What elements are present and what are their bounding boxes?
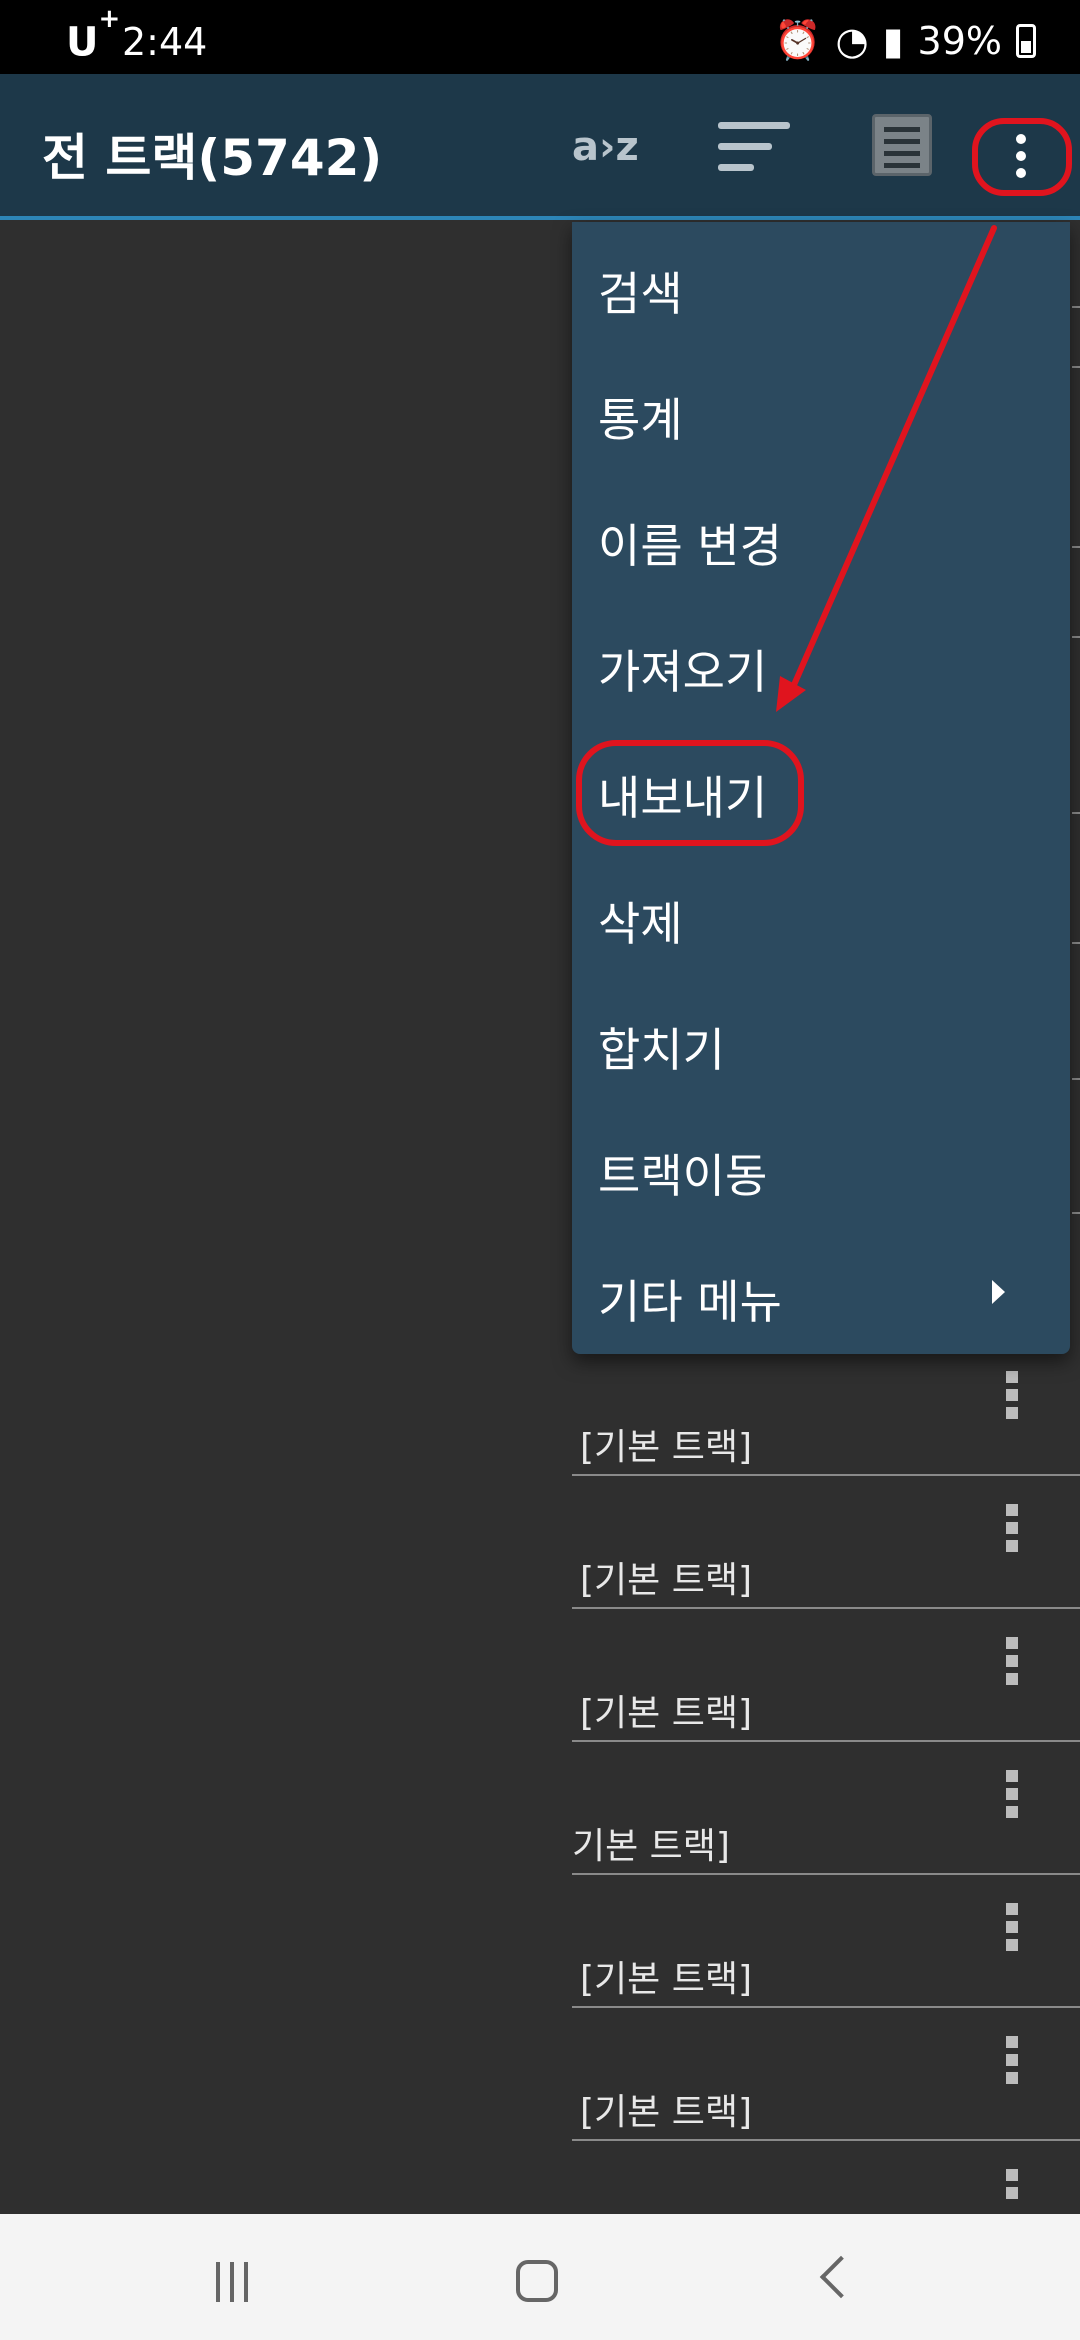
- status-icons: ⏰ ◔ ▮ 39%: [774, 18, 1036, 63]
- menu-item-more-menu[interactable]: 기타 메뉴: [572, 1230, 1070, 1356]
- track-label: [기본 트랙]: [580, 1693, 753, 1734]
- list-item[interactable]: [기본 트랙]: [572, 2008, 1080, 2141]
- row-more-icon[interactable]: [1006, 2169, 1018, 2205]
- row-divider: [1072, 306, 1080, 308]
- list-item[interactable]: [기본 트랙]: [572, 1609, 1080, 1742]
- carrier-label: U+: [66, 4, 121, 66]
- menu-item-label: 가져오기: [598, 645, 768, 699]
- clock: 2:44: [122, 20, 208, 64]
- menu-item-label: 트랙이동: [598, 1149, 768, 1203]
- menu-item-label: 통계: [598, 393, 683, 447]
- list-item[interactable]: [기본 트랙]: [572, 1476, 1080, 1609]
- list-item[interactable]: 기본 트랙]: [572, 1742, 1080, 1875]
- menu-item-delete[interactable]: 삭제: [572, 852, 1070, 978]
- row-divider: [1072, 636, 1080, 638]
- menu-item-label: 이름 변경: [598, 519, 782, 573]
- row-more-icon[interactable]: [1006, 2036, 1018, 2090]
- menu-item-merge[interactable]: 합치기: [572, 978, 1070, 1104]
- more-vert-icon: [1016, 134, 1026, 185]
- battery-icon: [1016, 23, 1036, 58]
- menu-item-import[interactable]: 가져오기: [572, 600, 1070, 726]
- list-item[interactable]: [기본 트랙]: [572, 1343, 1080, 1476]
- app-bar: 전 트랙(5742) a›z: [0, 74, 1080, 220]
- row-divider: [1072, 942, 1080, 944]
- list-item[interactable]: [572, 2141, 1080, 2214]
- wifi-icon: ◔: [835, 18, 869, 63]
- row-more-icon[interactable]: [1006, 1371, 1018, 1425]
- row-more-icon[interactable]: [1006, 1637, 1018, 1691]
- home-icon[interactable]: [516, 2260, 558, 2302]
- battery-percent: 39%: [917, 18, 1002, 63]
- signal-icon: ▮: [882, 18, 904, 63]
- row-divider: [1072, 812, 1080, 814]
- menu-item-statistics[interactable]: 통계: [572, 348, 1070, 474]
- menu-item-label: 기타 메뉴: [598, 1275, 782, 1329]
- menu-item-label: 삭제: [598, 897, 683, 951]
- track-label: [기본 트랙]: [580, 1959, 753, 2000]
- track-label: [기본 트랙]: [580, 1427, 753, 1468]
- row-more-icon[interactable]: [1006, 1903, 1018, 1957]
- alarm-icon: ⏰: [774, 18, 822, 62]
- row-divider: [1072, 546, 1080, 548]
- row-divider: [1072, 1078, 1080, 1080]
- menu-item-rename[interactable]: 이름 변경: [572, 474, 1070, 600]
- row-divider: [1072, 366, 1080, 368]
- recents-icon[interactable]: [216, 2262, 256, 2302]
- submenu-arrow-icon: [992, 1280, 1005, 1304]
- row-more-icon[interactable]: [1006, 1504, 1018, 1558]
- row-divider: [1072, 1212, 1080, 1214]
- track-label: [기본 트랙]: [580, 2092, 753, 2133]
- system-nav-bar: [0, 2214, 1080, 2340]
- sort-az-button[interactable]: a›z: [572, 124, 639, 170]
- export-highlight-ring: [576, 740, 804, 846]
- menu-item-label: 검색: [598, 267, 683, 321]
- list-item[interactable]: [기본 트랙]: [572, 1875, 1080, 2008]
- track-label: [기본 트랙]: [580, 1560, 753, 1601]
- more-options-button[interactable]: [972, 118, 1072, 196]
- menu-item-search[interactable]: 검색: [572, 222, 1070, 348]
- row-more-icon[interactable]: [1006, 1770, 1018, 1824]
- sort-icon[interactable]: [718, 122, 790, 174]
- list-view-icon[interactable]: [872, 114, 932, 176]
- menu-item-label: 합치기: [598, 1023, 725, 1077]
- status-bar: U+ 2:44 ⏰ ◔ ▮ 39%: [0, 0, 1080, 74]
- page-title: 전 트랙(5742): [42, 129, 383, 187]
- track-label: 기본 트랙]: [572, 1826, 730, 1867]
- menu-item-move-track[interactable]: 트랙이동: [572, 1104, 1070, 1230]
- back-icon[interactable]: [819, 2255, 863, 2299]
